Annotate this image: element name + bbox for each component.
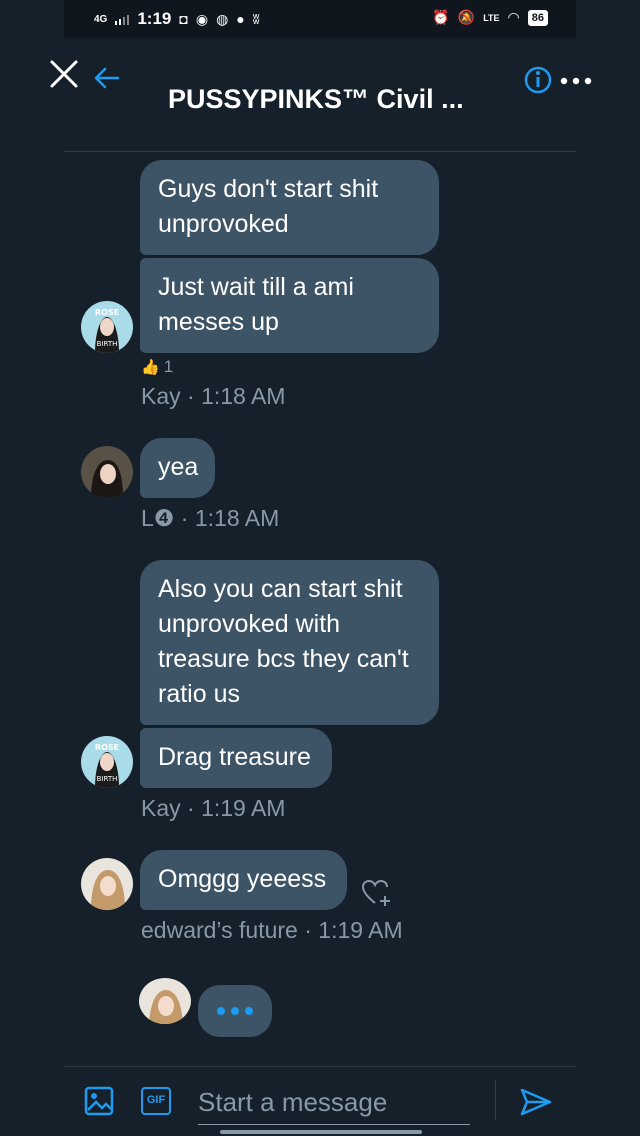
avatar-kay-bottom-text: BIRTH	[97, 340, 118, 348]
composer-divider	[64, 1066, 576, 1067]
more-options-icon[interactable]	[560, 72, 592, 90]
message-meta: Kay · 1:19 AM	[141, 795, 286, 821]
heart-add-icon[interactable]	[361, 878, 395, 913]
status-left: 4G 1:19 ◘ ◉ ◍ ● ʬ	[94, 9, 260, 29]
close-icon[interactable]	[48, 58, 80, 95]
avatar-kay-image: ROSE BIRTH	[81, 301, 133, 353]
message-bubble[interactable]: Just wait till a ami messes up	[140, 258, 439, 353]
chat-icon: ●	[236, 11, 245, 27]
signal-icon	[115, 15, 130, 25]
compass-icon: ◍	[216, 10, 229, 27]
thumbs-up-icon: 👍	[141, 359, 160, 376]
avatar-kay-top-text: ROSE	[95, 743, 119, 752]
avatar-l4-image	[81, 446, 133, 498]
lte-indicator: LTE	[483, 12, 500, 23]
network-indicator: 4G	[94, 13, 108, 25]
avatar-typing[interactable]	[139, 978, 191, 1024]
message-bubble[interactable]: Also you can start shit unprovoked with …	[140, 560, 439, 725]
avatar-kay-bottom-text: BIRTH	[97, 775, 118, 783]
header-divider	[64, 151, 576, 152]
home-indicator[interactable]	[220, 1130, 422, 1134]
threads-icon: ◉	[195, 10, 209, 27]
mute-icon: 🔕	[457, 9, 476, 25]
reaction-count: 1	[163, 357, 174, 376]
message-bubble[interactable]: yea	[140, 438, 215, 498]
message-meta: Kay · 1:18 AM	[141, 383, 286, 409]
conversation-title: PUSSYPINKS™ Civil ...	[168, 84, 464, 114]
avatar-kay[interactable]: ROSE BIRTH	[81, 736, 133, 788]
avatar-edwards-future[interactable]	[81, 858, 133, 910]
message-bubble[interactable]: Drag treasure	[140, 728, 332, 788]
alarm-icon: ⏰	[432, 9, 450, 25]
typing-indicator	[198, 985, 272, 1037]
avatar-typing-image	[139, 978, 191, 1024]
instagram-icon: ◘	[179, 11, 188, 27]
message-bubble[interactable]: Omggg yeeess	[140, 850, 347, 910]
avatar-kay-top-text: ROSE	[95, 308, 119, 317]
message-meta: edward’s future · 1:19 AM	[141, 917, 403, 943]
status-right: ⏰ 🔕 LTE ◠ 86	[432, 9, 548, 26]
reaction-badge[interactable]: 👍 1	[141, 357, 173, 377]
message-bubble[interactable]: Guys don't start shit unprovoked	[140, 160, 439, 255]
message-input[interactable]	[198, 1080, 470, 1125]
typing-dot	[231, 1007, 239, 1015]
avatar-l4[interactable]	[81, 446, 133, 498]
back-arrow-icon[interactable]	[92, 66, 120, 95]
w-app-icon: ʬ	[252, 11, 260, 27]
typing-dot	[245, 1007, 253, 1015]
avatar-kay[interactable]: ROSE BIRTH	[81, 301, 133, 353]
avatar-edwards-future-image	[81, 858, 133, 910]
message-meta: L❹ · 1:18 AM	[141, 505, 280, 531]
image-icon[interactable]	[84, 1086, 114, 1121]
battery-indicator: 86	[527, 9, 548, 26]
typing-dot	[217, 1007, 225, 1015]
status-time: 1:19	[137, 9, 172, 28]
wifi-icon: ◠	[507, 9, 520, 25]
gif-icon[interactable]: GIF	[141, 1087, 171, 1115]
info-icon[interactable]	[524, 64, 552, 101]
send-icon[interactable]	[520, 1088, 552, 1121]
composer-separator	[495, 1080, 496, 1120]
status-bar: 4G 1:19 ◘ ◉ ◍ ● ʬ ⏰ 🔕 LTE ◠ 86	[64, 0, 576, 38]
avatar-kay-image: ROSE BIRTH	[81, 736, 133, 788]
